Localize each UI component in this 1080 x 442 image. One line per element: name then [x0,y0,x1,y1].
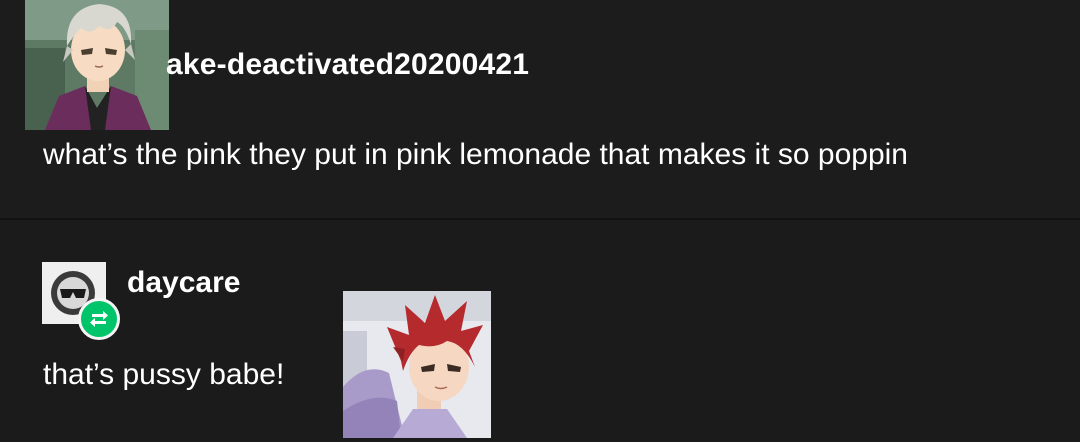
post-divider [0,218,1080,220]
reblog-icon [78,298,120,340]
post-username[interactable]: ake-deactivated20200421 [166,48,529,82]
reblog-text: that’s pussy babe! [43,358,285,391]
original-post: ake-deactivated20200421 what’s the pink … [0,0,1080,218]
anime-character-image[interactable] [343,291,491,438]
post-text: what’s the pink they put in pink lemonad… [43,138,908,171]
post-thread: ake-deactivated20200421 what’s the pink … [0,0,1080,442]
reblog-username[interactable]: daycare [127,266,240,300]
anime-character-avatar[interactable] [25,0,169,130]
